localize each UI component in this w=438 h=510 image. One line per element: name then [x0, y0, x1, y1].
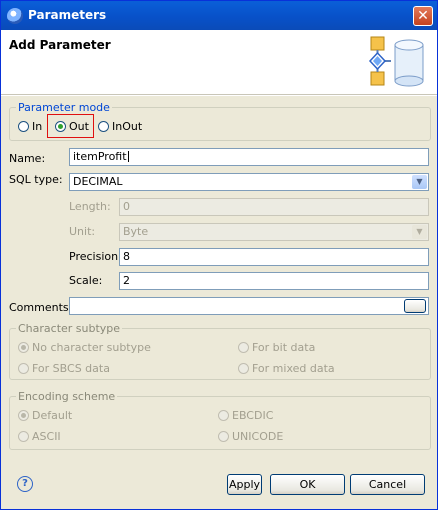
subtype-sbcs-label: For SBCS data: [32, 362, 110, 375]
parameters-dialog: Parameters ✕ Add Parameter Parameter mod…: [0, 0, 438, 510]
subtype-mixed-dot[interactable]: [238, 363, 249, 374]
mode-in-label: In: [32, 120, 43, 133]
encoding-default-dot[interactable]: [18, 410, 29, 421]
chevron-down-icon[interactable]: ▼: [412, 225, 427, 239]
mode-radio-inout[interactable]: InOut: [98, 120, 142, 133]
radio-inout-dot[interactable]: [98, 121, 109, 132]
comments-browse-button[interactable]: [404, 299, 426, 313]
subtype-mixed-label: For mixed data: [252, 362, 335, 375]
scale-input[interactable]: 2: [119, 272, 429, 290]
unit-label: Unit:: [69, 225, 96, 238]
apply-button[interactable]: Apply: [227, 474, 262, 495]
radio-in-dot[interactable]: [18, 121, 29, 132]
scale-value: 2: [123, 274, 130, 287]
database-parameter-icon: [368, 36, 424, 87]
length-label: Length:: [69, 200, 111, 213]
close-icon: ✕: [417, 8, 429, 24]
encoding-unicode-label: UNICODE: [232, 430, 284, 443]
dialog-app-icon: [7, 8, 23, 24]
close-button[interactable]: ✕: [413, 6, 433, 26]
subtype-sbcs-dot[interactable]: [18, 363, 29, 374]
comments-label: Comments:: [9, 301, 73, 314]
text-caret: [127, 151, 129, 162]
comments-input[interactable]: [69, 297, 429, 315]
unit-value: Byte: [123, 225, 149, 238]
header-separator: [1, 95, 437, 96]
encoding-ascii-label: ASCII: [32, 430, 61, 443]
help-icon[interactable]: ?: [17, 476, 33, 492]
subtype-radio-sbcs[interactable]: For SBCS data: [18, 362, 110, 375]
encoding-ebcdic-label: EBCDIC: [232, 409, 274, 422]
precision-input[interactable]: 8: [119, 248, 429, 266]
subtype-radio-mixed[interactable]: For mixed data: [238, 362, 335, 375]
encoding-scheme-legend: Encoding scheme: [16, 390, 118, 403]
parameter-mode-legend: Parameter mode: [16, 101, 112, 114]
subtype-none-label: No character subtype: [32, 341, 151, 354]
length-input[interactable]: 0: [119, 198, 429, 216]
encoding-default-label: Default: [32, 409, 73, 422]
encoding-ebcdic-dot[interactable]: [218, 410, 229, 421]
encoding-ascii-dot[interactable]: [18, 431, 29, 442]
sql-type-value: DECIMAL: [73, 175, 123, 188]
name-label: Name:: [9, 152, 46, 165]
character-subtype-legend: Character subtype: [16, 322, 123, 335]
mode-inout-label: InOut: [112, 120, 143, 133]
character-subtype-group: Character subtype No character subtype F…: [9, 322, 431, 380]
dialog-header: Add Parameter: [1, 30, 437, 95]
encoding-radio-unicode[interactable]: UNICODE: [218, 430, 283, 443]
subtype-radio-bit[interactable]: For bit data: [238, 341, 315, 354]
selection-highlight-box: [47, 114, 94, 138]
encoding-radio-ascii[interactable]: ASCII: [18, 430, 61, 443]
precision-label: Precision:: [69, 250, 122, 263]
page-title: Add Parameter: [9, 38, 111, 52]
name-value: itemProfit: [73, 150, 127, 163]
cancel-button[interactable]: Cancel: [350, 474, 425, 495]
chevron-down-icon[interactable]: ▼: [412, 175, 427, 189]
sql-type-label: SQL type:: [9, 173, 63, 186]
subtype-bit-label: For bit data: [252, 341, 316, 354]
encoding-scheme-group: Encoding scheme Default EBCDIC ASCII UNI…: [9, 390, 431, 450]
encoding-radio-ebcdic[interactable]: EBCDIC: [218, 409, 273, 422]
sql-type-select[interactable]: DECIMAL ▼: [69, 173, 429, 191]
length-value: 0: [123, 200, 130, 213]
subtype-none-dot[interactable]: [18, 342, 29, 353]
encoding-unicode-dot[interactable]: [218, 431, 229, 442]
title-bar[interactable]: Parameters ✕: [1, 1, 437, 30]
scale-label: Scale:: [69, 274, 103, 287]
window-title: Parameters: [28, 8, 107, 22]
unit-select[interactable]: Byte ▼: [119, 223, 429, 241]
mode-radio-in[interactable]: In: [18, 120, 42, 133]
subtype-bit-dot[interactable]: [238, 342, 249, 353]
precision-value: 8: [123, 250, 130, 263]
ok-button[interactable]: OK: [270, 474, 345, 495]
encoding-radio-default[interactable]: Default: [18, 409, 72, 422]
subtype-radio-none[interactable]: No character subtype: [18, 341, 151, 354]
name-input[interactable]: itemProfit: [69, 148, 429, 166]
